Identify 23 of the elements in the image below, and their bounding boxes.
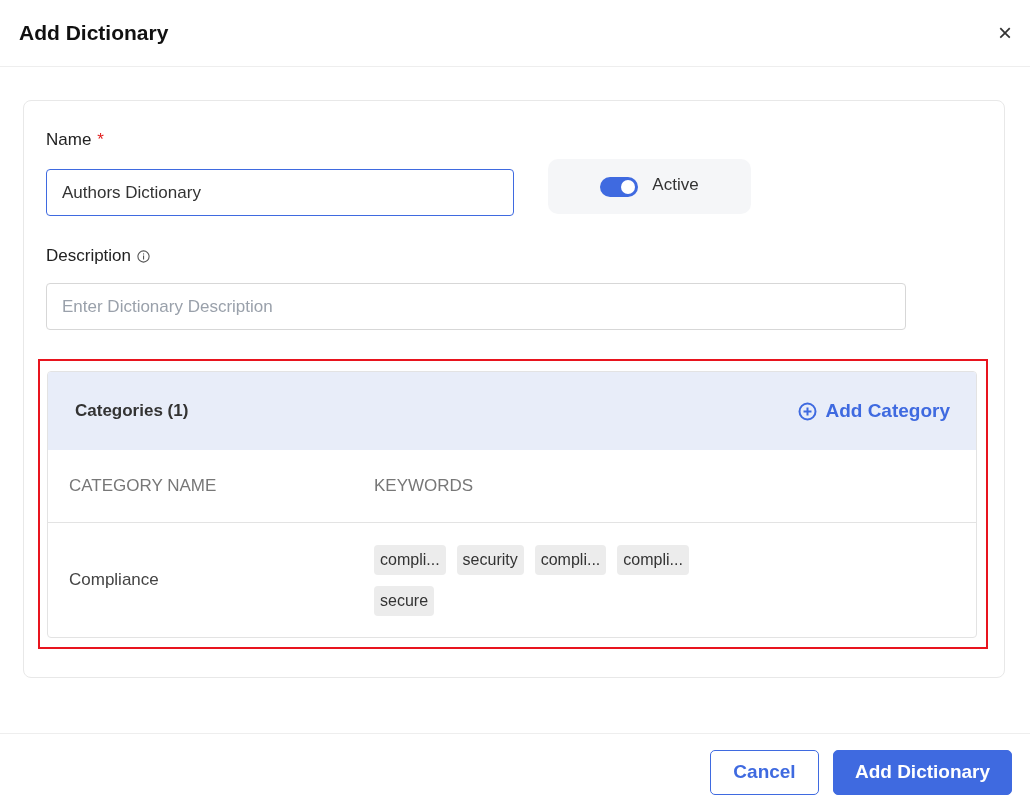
- keyword-tag: compli...: [374, 544, 446, 575]
- cancel-button[interactable]: Cancel: [710, 749, 819, 795]
- name-input[interactable]: Authors Dictionary: [46, 169, 514, 216]
- description-input[interactable]: Enter Dictionary Description: [46, 283, 906, 330]
- required-mark: *: [97, 130, 104, 150]
- add-category-link[interactable]: Add Category: [798, 400, 950, 422]
- add-dictionary-button[interactable]: Add Dictionary: [833, 749, 1012, 795]
- description-label: Description: [46, 246, 132, 266]
- close-button[interactable]: ×: [994, 19, 1016, 47]
- dialog-title: Add Dictionary: [19, 21, 169, 45]
- categories-title: Categories (1): [75, 401, 189, 421]
- keyword-tag: secure: [374, 585, 435, 616]
- name-label: Name: [46, 130, 92, 150]
- keyword-tag: security: [456, 544, 524, 575]
- column-header: CATEGORY NAME: [69, 476, 218, 496]
- category-name-cell-text: Compliance: [69, 570, 160, 590]
- switch-label: Active: [652, 174, 699, 195]
- column-header: KEYWORDS: [374, 476, 475, 496]
- keyword-tag: compli...: [534, 544, 607, 575]
- plus-circle-icon: [798, 401, 818, 421]
- active-switch[interactable]: [600, 176, 639, 197]
- keyword-tag: compli...: [617, 544, 689, 575]
- info-icon[interactable]: [137, 249, 151, 263]
